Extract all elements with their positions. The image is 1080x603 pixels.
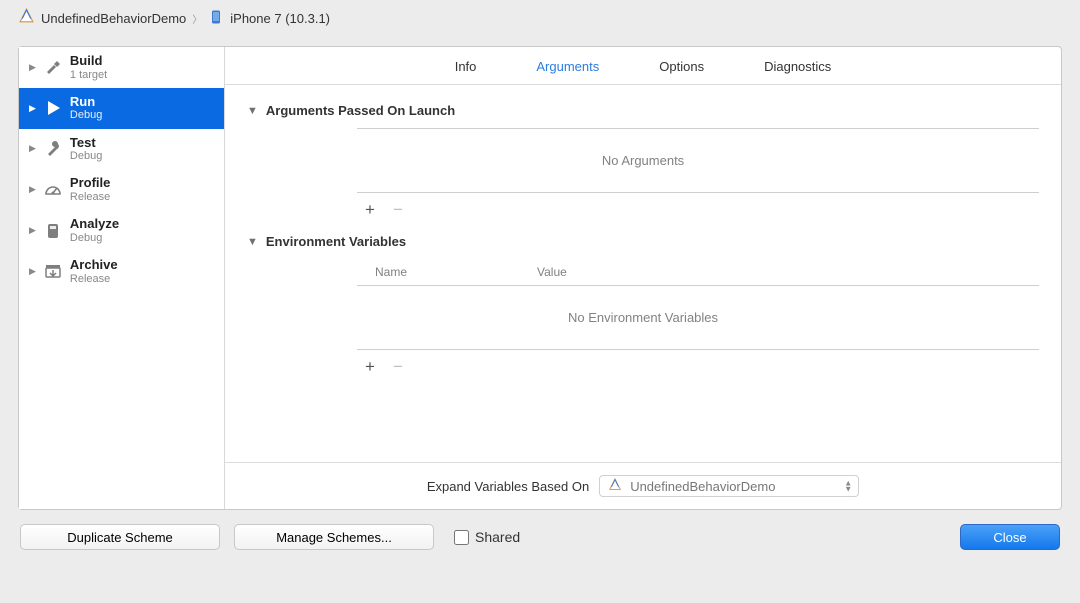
sidebar-item-title: Analyze [70,216,119,232]
disclosure-icon: ▶ [29,225,36,236]
env-col-name: Name [357,265,537,279]
section-arguments-header[interactable]: ▼ Arguments Passed On Launch [247,103,1039,118]
disclosure-icon: ▶ [29,62,36,73]
expand-vars-popup-value: UndefinedBehaviorDemo [630,479,775,494]
sidebar-item-title: Profile [70,175,110,191]
disclosure-icon: ▶ [29,266,36,277]
bottom-buttons: Duplicate Scheme Manage Schemes... Share… [0,510,1080,550]
env-empty-msg: No Environment Variables [247,286,1039,349]
app-icon [18,8,35,28]
arguments-empty-msg: No Arguments [247,129,1039,192]
expand-vars-label: Expand Variables Based On [427,479,589,494]
popup-arrows-icon: ▲▼ [844,480,852,491]
disclosure-icon: ▶ [29,103,36,114]
tab-options[interactable]: Options [659,59,704,74]
disclosure-icon: ▶ [29,143,36,154]
section-env-header[interactable]: ▼ Environment Variables [247,234,1039,249]
body: ▼ Arguments Passed On Launch No Argument… [225,85,1061,462]
breadcrumb-device[interactable]: iPhone 7 (10.3.1) [230,11,330,26]
footer-bar: Expand Variables Based On UndefinedBehav… [225,462,1061,509]
sidebar-item-build[interactable]: ▶ Build 1 target [19,47,224,88]
wrench-icon [44,140,62,158]
close-button[interactable]: Close [960,524,1060,550]
device-icon [208,9,224,28]
sidebar-item-sub: Debug [70,232,119,245]
disclosure-icon: ▶ [29,184,36,195]
breadcrumb: UndefinedBehaviorDemo 〉 iPhone 7 (10.3.1… [0,0,1080,36]
sidebar-item-sub: 1 target [70,69,107,82]
tabs: Info Arguments Options Diagnostics [225,47,1061,85]
sidebar-item-sub: Release [70,273,118,286]
gauge-icon [44,181,62,199]
shared-checkbox[interactable] [454,530,469,545]
sidebar-item-title: Test [70,135,102,151]
sidebar-item-analyze[interactable]: ▶ Analyze Debug [19,210,224,251]
sidebar-item-archive[interactable]: ▶ Archive Release [19,251,224,292]
hammer-icon [44,58,62,76]
shared-label-text: Shared [475,529,520,545]
sidebar-item-sub: Debug [70,109,102,122]
sidebar-item-profile[interactable]: ▶ Profile Release [19,169,224,210]
tab-info[interactable]: Info [455,59,477,74]
sidebar-item-title: Run [70,94,102,110]
sidebar-item-run[interactable]: ▶ Run Debug [19,88,224,129]
add-env-button[interactable]: + [365,358,375,375]
remove-env-button[interactable]: − [393,358,403,375]
expand-vars-popup[interactable]: UndefinedBehaviorDemo ▲▼ [599,475,859,497]
env-col-value: Value [537,265,1039,279]
analyze-icon [44,222,62,240]
tab-diagnostics[interactable]: Diagnostics [764,59,831,74]
breadcrumb-chevron: 〉 [192,11,202,26]
section-arguments-title: Arguments Passed On Launch [266,103,455,118]
sidebar-item-title: Archive [70,257,118,273]
sidebar-item-test[interactable]: ▶ Test Debug [19,129,224,170]
breadcrumb-project[interactable]: UndefinedBehaviorDemo [41,11,186,26]
disclosure-down-icon: ▼ [247,236,258,248]
main-panel: ▶ Build 1 target ▶ Run Debug ▶ [18,46,1062,510]
disclosure-down-icon: ▼ [247,105,258,117]
shared-checkbox-label[interactable]: Shared [454,529,520,545]
sidebar-item-sub: Debug [70,150,102,163]
section-env-title: Environment Variables [266,234,406,249]
duplicate-scheme-button[interactable]: Duplicate Scheme [20,524,220,550]
sidebar: ▶ Build 1 target ▶ Run Debug ▶ [19,47,225,509]
separator [357,349,1039,350]
app-icon [608,478,622,495]
archive-icon [44,262,62,280]
play-icon [44,99,62,117]
tab-arguments[interactable]: Arguments [536,59,599,74]
sidebar-item-title: Build [70,53,107,69]
env-table-headers: Name Value [357,259,1039,285]
separator [357,192,1039,193]
sidebar-item-sub: Release [70,191,110,204]
add-argument-button[interactable]: + [365,201,375,218]
content: Info Arguments Options Diagnostics ▼ Arg… [225,47,1061,509]
remove-argument-button[interactable]: − [393,201,403,218]
manage-schemes-button[interactable]: Manage Schemes... [234,524,434,550]
